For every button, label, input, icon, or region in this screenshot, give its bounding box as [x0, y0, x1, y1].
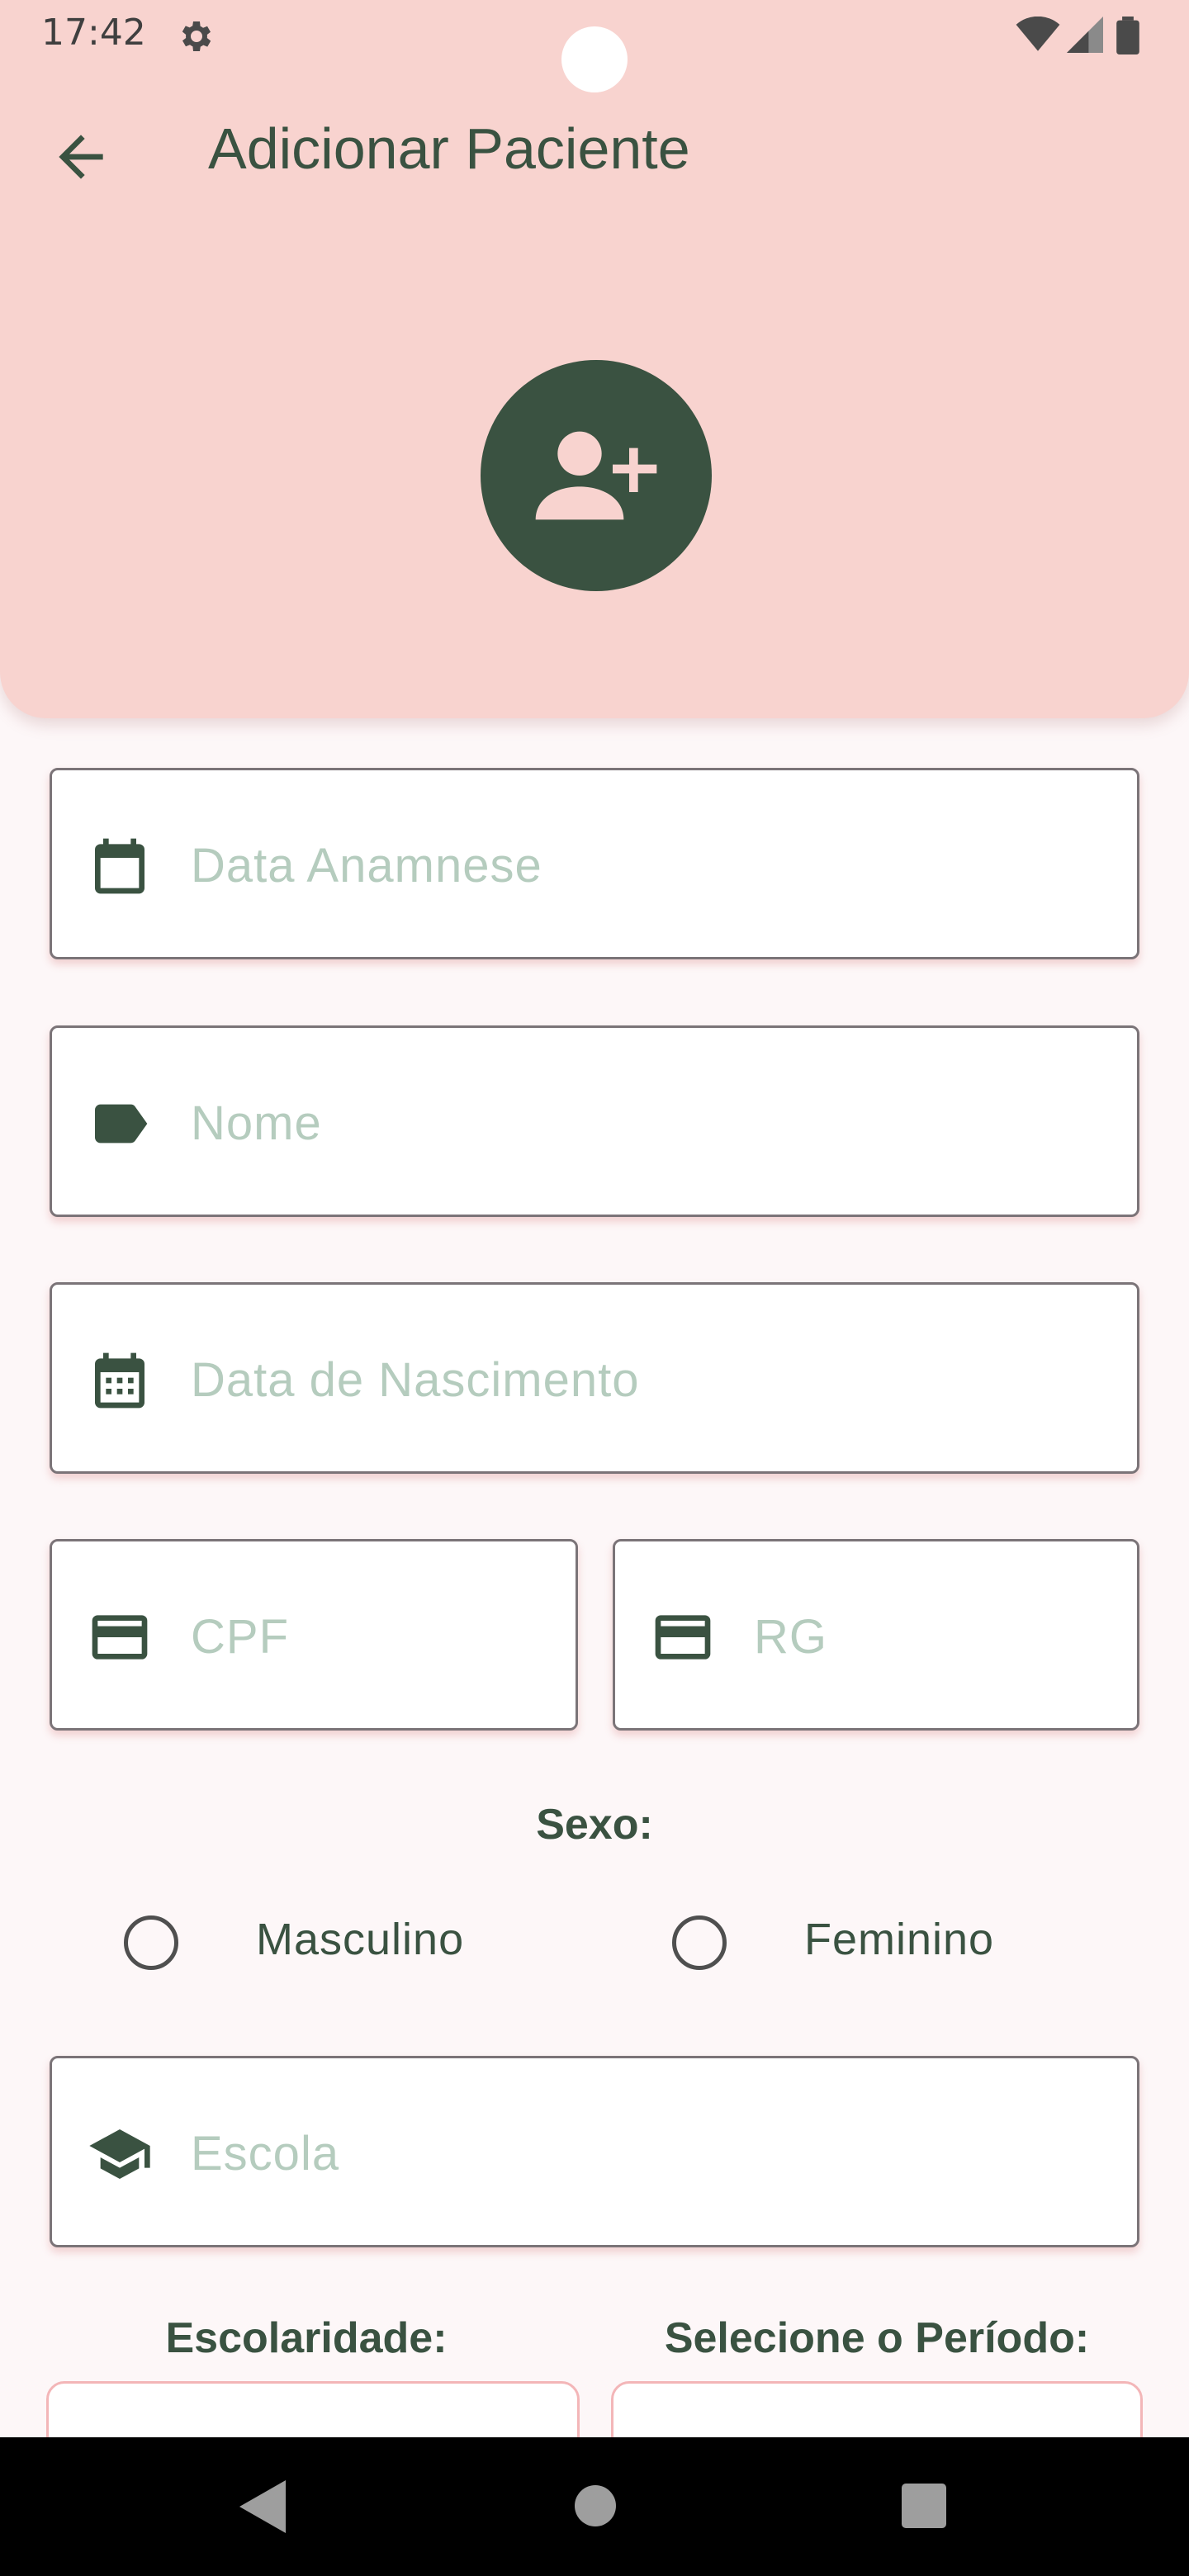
- calendar-icon: [87, 833, 153, 899]
- data-nascimento-field[interactable]: Data de Nascimento: [50, 1282, 1139, 1474]
- nav-home-icon[interactable]: [575, 2485, 616, 2526]
- radio-masculino-label[interactable]: Masculino: [256, 1914, 464, 1965]
- system-nav-bar: [0, 2437, 1189, 2576]
- nome-field[interactable]: Nome: [50, 1025, 1139, 1217]
- header-panel: 17:42 Adicionar Paciente: [0, 0, 1189, 718]
- data-nascimento-placeholder: Data de Nascimento: [191, 1353, 640, 1407]
- radio-masculino[interactable]: [124, 1915, 178, 1970]
- back-arrow-icon[interactable]: [48, 124, 114, 190]
- rg-field[interactable]: RG: [613, 1539, 1139, 1731]
- gear-icon: [175, 17, 215, 56]
- radio-feminino[interactable]: [672, 1915, 727, 1970]
- add-photo-button[interactable]: [481, 360, 712, 591]
- nome-placeholder: Nome: [191, 1096, 322, 1150]
- cpf-placeholder: CPF: [191, 1610, 289, 1664]
- radio-feminino-label[interactable]: Feminino: [804, 1914, 994, 1965]
- calendar-month-icon: [87, 1347, 153, 1413]
- data-anamnese-placeholder: Data Anamnese: [191, 839, 542, 893]
- app-bar: Adicionar Paciente: [0, 107, 1189, 198]
- nav-recents-icon[interactable]: [902, 2484, 946, 2528]
- status-bar: 17:42: [0, 0, 1189, 92]
- signal-icon: [1067, 17, 1103, 53]
- sexo-label: Sexo:: [536, 1801, 653, 1849]
- escola-field[interactable]: Escola: [50, 2056, 1139, 2247]
- credit-card-icon: [650, 1604, 716, 1670]
- person-add-icon: [535, 431, 657, 520]
- page-title: Adicionar Paciente: [208, 116, 690, 181]
- school-icon: [87, 2121, 153, 2187]
- periodo-label: Selecione o Período:: [664, 2314, 1090, 2362]
- escolaridade-label: Escolaridade:: [165, 2314, 448, 2362]
- camera-cutout: [561, 26, 628, 92]
- credit-card-icon: [87, 1604, 153, 1670]
- status-time: 17:42: [41, 12, 146, 54]
- status-icons: [1016, 17, 1156, 56]
- battery-icon: [1116, 17, 1139, 54]
- rg-placeholder: RG: [754, 1610, 827, 1664]
- escola-placeholder: Escola: [191, 2127, 340, 2181]
- label-tag-icon: [87, 1091, 153, 1157]
- nav-back-icon[interactable]: [239, 2480, 286, 2533]
- wifi-icon: [1016, 17, 1060, 51]
- data-anamnese-field[interactable]: Data Anamnese: [50, 768, 1139, 959]
- cpf-field[interactable]: CPF: [50, 1539, 578, 1731]
